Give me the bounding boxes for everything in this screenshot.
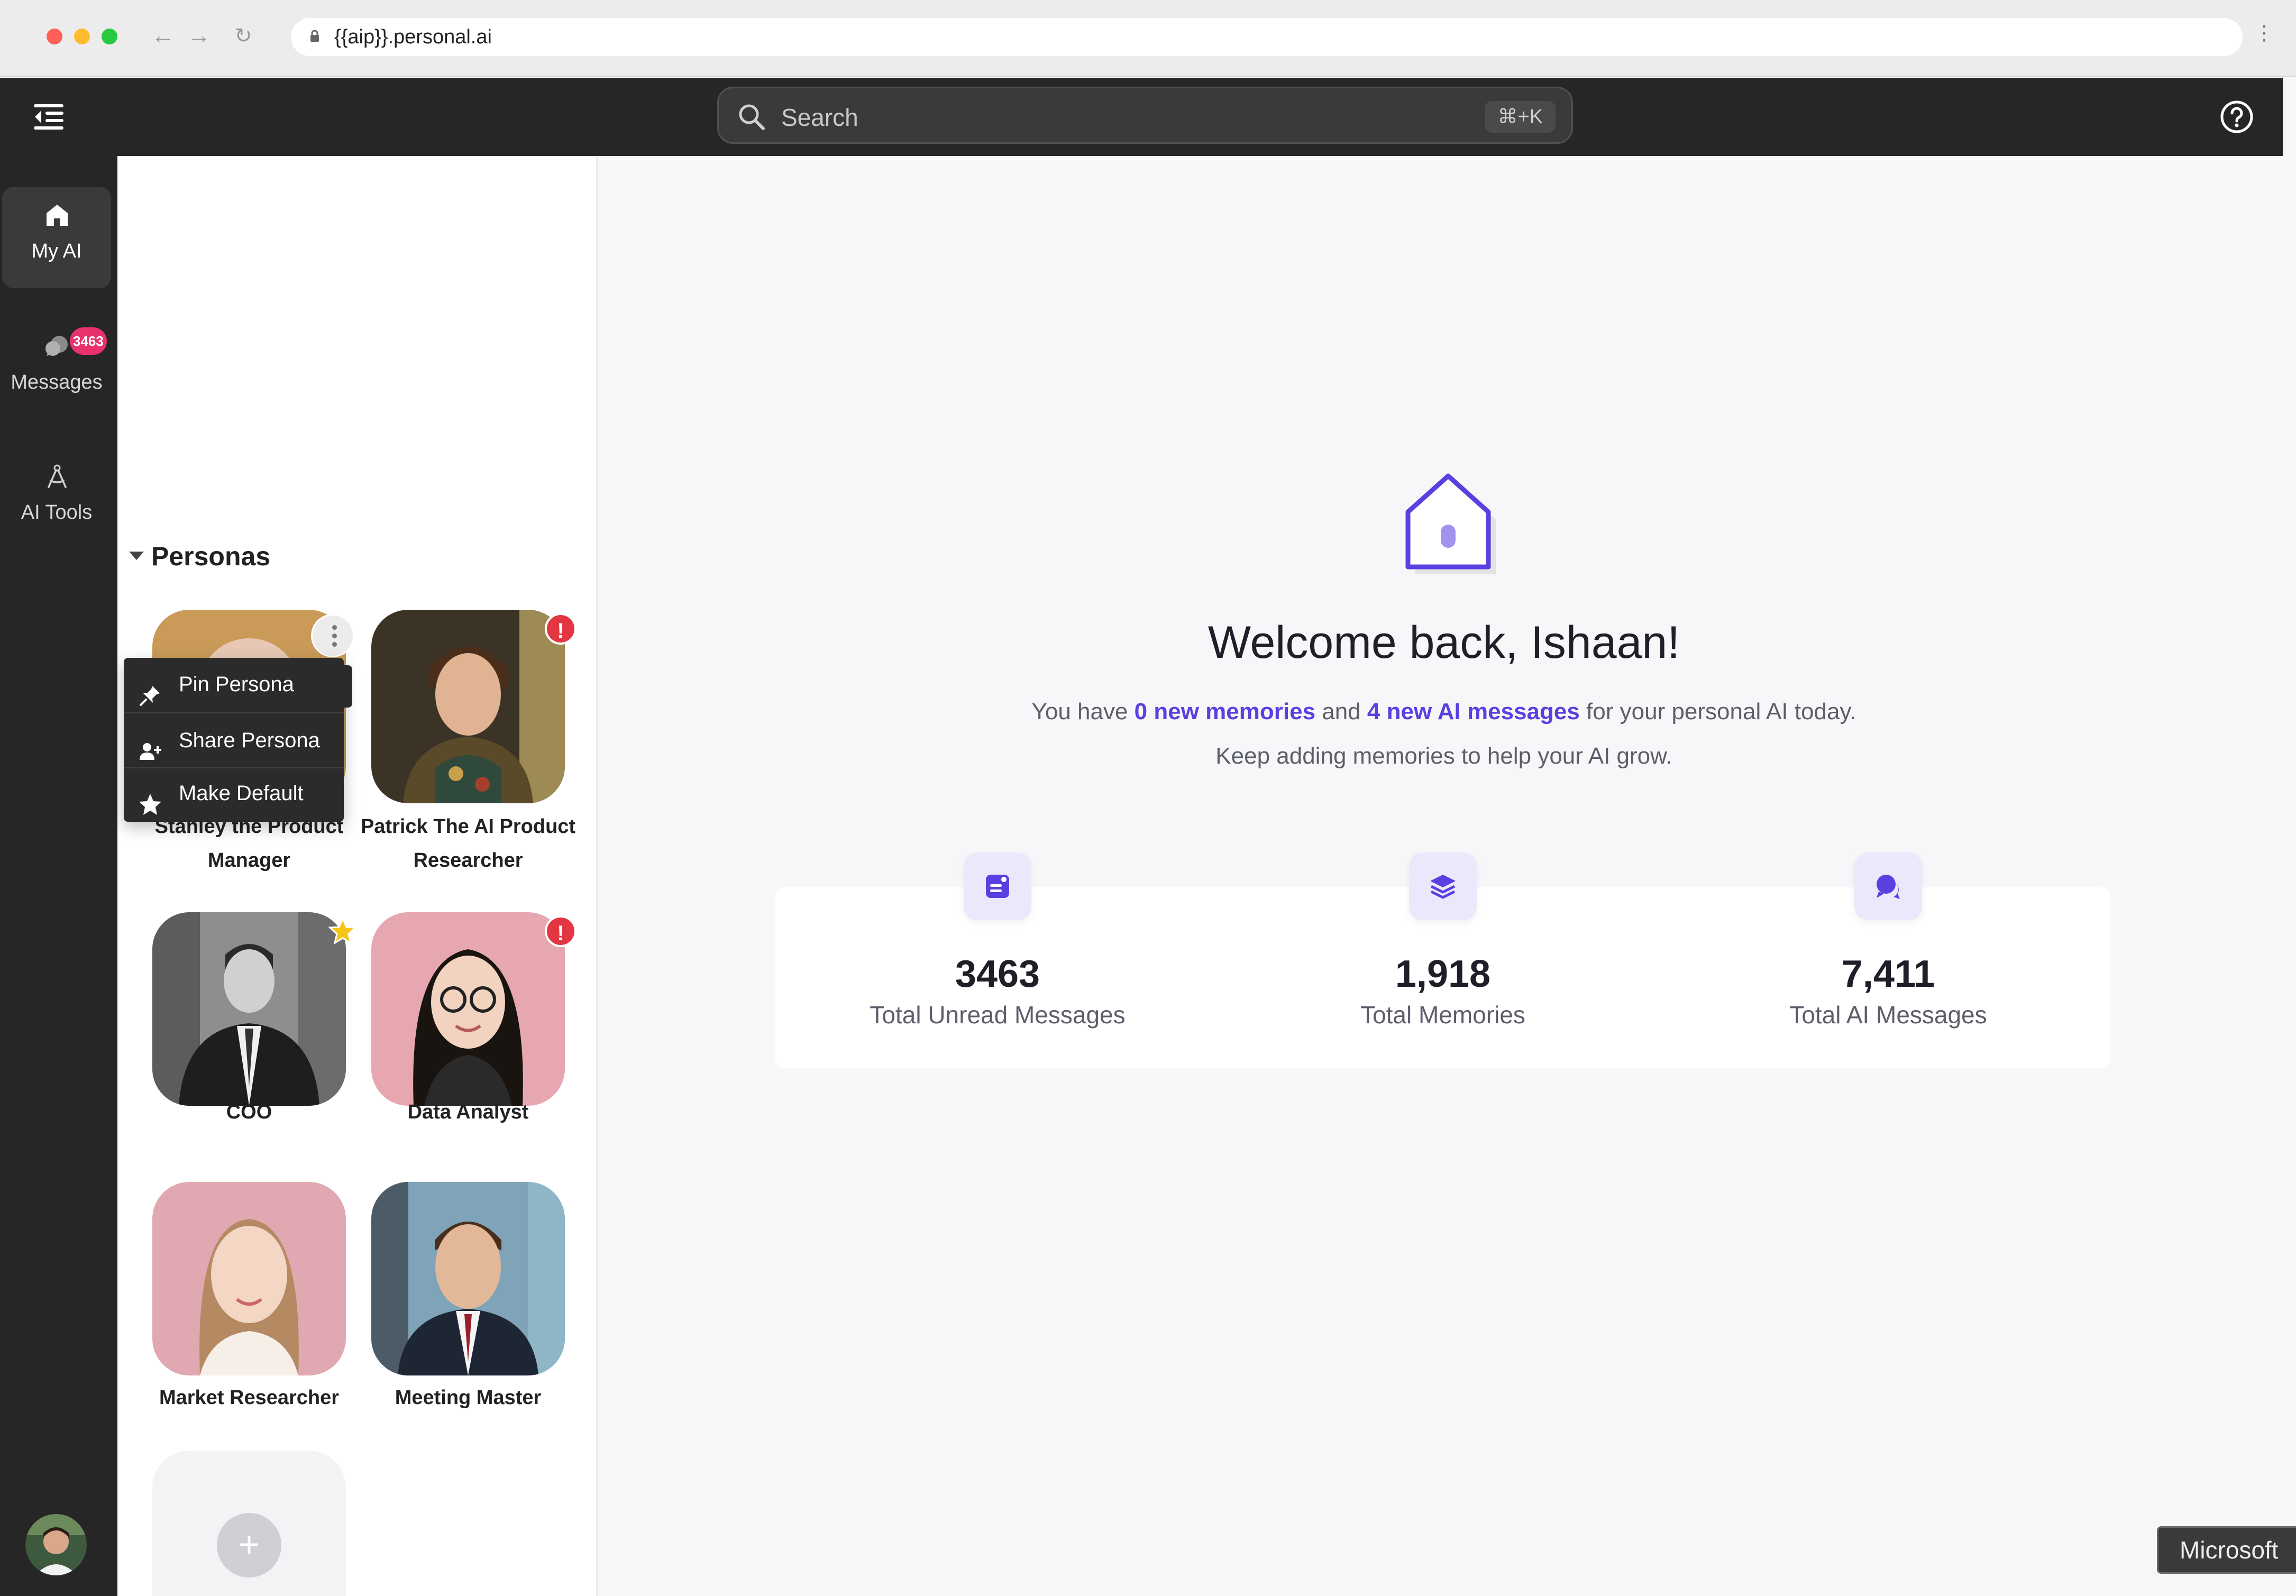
welcome-title: Welcome back, Ishaan!	[1208, 617, 1680, 668]
make-default-menu-item[interactable]: Make Default	[124, 767, 344, 820]
personas-panel: Personas Stanley the Product Manager ! P…	[117, 156, 598, 1596]
pin-icon	[139, 674, 162, 706]
browser-menu-icon[interactable]: ⋮	[2254, 21, 2274, 45]
home-icon	[43, 201, 71, 229]
persona-options-button[interactable]	[311, 614, 354, 657]
left-nav-rail: My AI 3463 Messages AI Tools	[0, 156, 117, 1596]
stats-card: 3463 Total Unread Messages 1,918 Total M…	[775, 852, 2110, 1068]
persona-avatar	[371, 610, 565, 803]
search-shortcut-hint: ⌘+K	[1485, 101, 1556, 133]
caret-down-icon	[129, 552, 144, 560]
stat-memories: 1,918 Total Memories	[1221, 852, 1665, 1068]
stat-label: Total AI Messages	[1789, 1001, 1987, 1029]
reload-icon[interactable]: ↻	[227, 20, 259, 52]
browser-chrome: ← → ↻ {{aip}}.personal.ai ⋮	[0, 0, 2296, 77]
stat-label: Total Memories	[1360, 1001, 1525, 1029]
menu-item-label: Make Default	[179, 782, 304, 805]
alert-icon: !	[545, 915, 577, 947]
lock-icon	[310, 30, 319, 42]
stat-ai-messages: 7,411 Total AI Messages	[1666, 852, 2110, 1068]
search-placeholder: Search	[781, 104, 858, 131]
forward-arrow-icon[interactable]: →	[183, 20, 215, 52]
layers-icon	[1409, 852, 1477, 920]
new-ai-messages-link[interactable]: 4 new AI messages	[1367, 699, 1580, 724]
default-star-icon	[327, 915, 359, 947]
alert-icon: !	[545, 613, 577, 645]
persona-name: Meeting Master	[395, 1387, 542, 1409]
share-persona-menu-item[interactable]: Share Persona	[124, 714, 344, 767]
search-input[interactable]: Search ⌘+K	[717, 87, 1573, 144]
persona-name: COO	[226, 1101, 272, 1123]
persona-name: Data Analyst	[407, 1101, 529, 1123]
chat-bubbles-icon	[43, 333, 71, 360]
add-persona-card[interactable]: +	[152, 1451, 346, 1596]
microsoft-toast[interactable]: Microsoft	[2157, 1526, 2296, 1574]
star-icon	[139, 783, 162, 815]
add-user-icon	[139, 730, 162, 760]
nav-item-ai-tools[interactable]: AI Tools	[2, 448, 111, 549]
address-bar[interactable]: {{aip}}.personal.ai	[291, 18, 2243, 56]
sidebar-toggle-icon[interactable]	[31, 99, 68, 136]
maximize-window-button[interactable]	[102, 29, 117, 44]
stat-value: 3463	[955, 953, 1040, 995]
nav-item-messages[interactable]: 3463 Messages	[2, 318, 111, 419]
pin-persona-menu-item[interactable]: Pin Persona	[124, 658, 344, 711]
persona-name: Patrick The AI Product Researcher	[360, 815, 576, 872]
unread-badge: 3463	[70, 327, 107, 355]
nav-item-label: My AI	[31, 240, 82, 262]
nav-item-label: AI Tools	[21, 501, 93, 524]
persona-avatar	[371, 912, 565, 1106]
stat-label: Total Unread Messages	[870, 1001, 1126, 1029]
nav-item-my-ai[interactable]: My AI	[2, 187, 111, 288]
minimize-window-button[interactable]	[74, 29, 90, 44]
welcome-hint: Keep adding memories to help your AI gro…	[1215, 743, 1672, 769]
persona-avatar	[371, 1182, 565, 1375]
persona-context-menu: Pin Persona Share Persona Make Default	[124, 658, 352, 822]
menu-item-label: Pin Persona	[179, 673, 294, 696]
persona-avatar	[152, 1182, 346, 1375]
persona-name: Market Researcher	[159, 1387, 340, 1409]
stat-value: 7,411	[1841, 953, 1935, 995]
help-icon[interactable]	[2219, 99, 2254, 134]
welcome-summary: You have 0 new memories and 4 new AI mes…	[1031, 699, 1856, 724]
url-text: {{aip}}.personal.ai	[334, 26, 492, 48]
plus-icon[interactable]: +	[217, 1513, 281, 1577]
menu-item-label: Share Persona	[179, 729, 320, 752]
nav-item-label: Messages	[11, 371, 103, 393]
close-window-button[interactable]	[47, 29, 62, 44]
new-memories-link[interactable]: 0 new memories	[1135, 699, 1315, 724]
home-hero-icon	[1387, 461, 1510, 584]
personas-title: Personas	[151, 542, 271, 571]
stat-value: 1,918	[1395, 953, 1491, 995]
compass-tool-icon	[43, 463, 71, 490]
app-header: Search ⌘+K	[0, 78, 2283, 156]
chat-icon	[1854, 852, 1922, 920]
search-icon	[737, 102, 766, 132]
user-avatar[interactable]	[25, 1514, 87, 1575]
menu-divider	[124, 712, 344, 713]
stat-unread-messages: 3463 Total Unread Messages	[775, 852, 1220, 1068]
persona-avatar	[152, 912, 346, 1106]
back-arrow-icon[interactable]: ←	[147, 20, 179, 52]
note-icon	[964, 852, 1031, 920]
